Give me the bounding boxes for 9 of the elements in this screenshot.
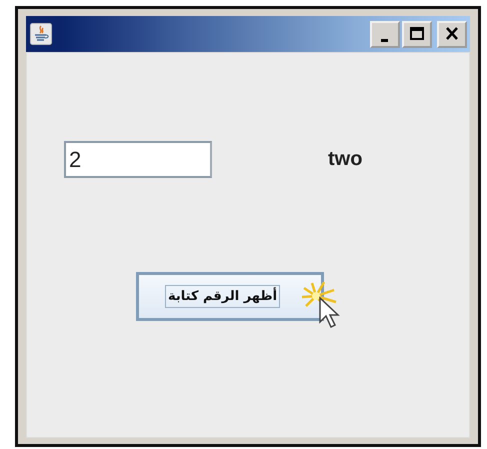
result-label: two — [328, 148, 362, 171]
minimize-icon — [380, 38, 388, 42]
maximize-button[interactable] — [402, 20, 432, 48]
minimize-button[interactable] — [370, 20, 400, 48]
show-number-button[interactable]: أظهر الرقم كتابة — [136, 272, 324, 321]
coffee-cup-icon — [30, 23, 52, 45]
number-field[interactable]: 2 — [64, 141, 212, 178]
close-button[interactable] — [437, 20, 467, 48]
maximize-icon — [407, 25, 427, 43]
